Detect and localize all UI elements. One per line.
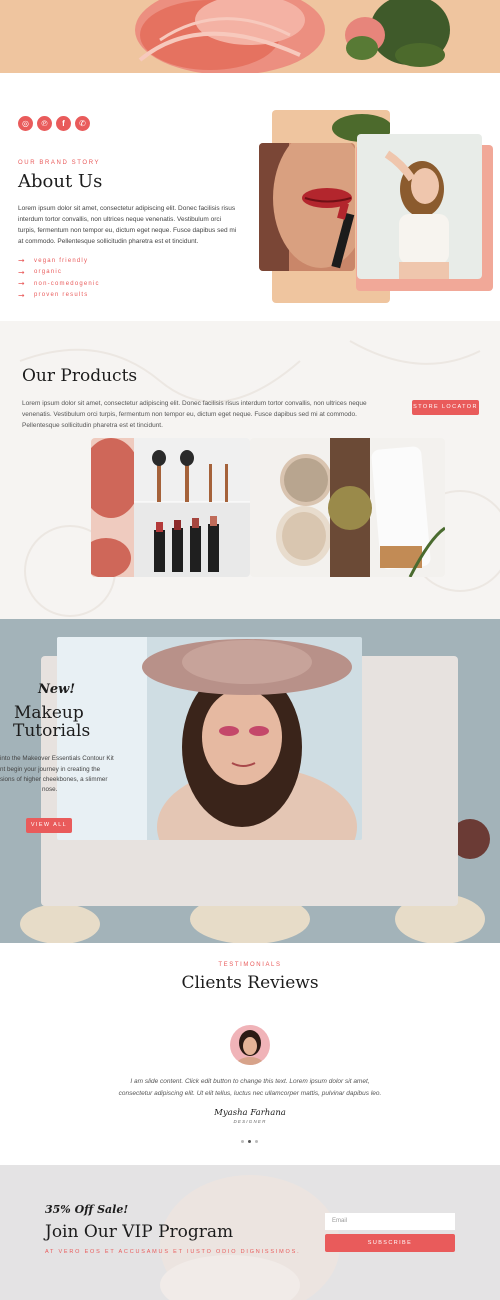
pinterest-icon[interactable]: ℗	[37, 116, 52, 131]
arrow-right-icon: ➞	[18, 290, 25, 300]
feature-item: ➞ vegan friendly	[18, 256, 89, 266]
slider-dot[interactable]	[255, 1140, 258, 1143]
product-collage-left	[91, 438, 250, 577]
instagram-icon[interactable]: ◎	[18, 116, 33, 131]
slider-dot[interactable]	[241, 1140, 244, 1143]
about-body: Lorem ipsum dolor sit amet, consectetur …	[18, 205, 237, 245]
whatsapp-icon[interactable]: ✆	[75, 116, 90, 131]
products-body: Lorem ipsum dolor sit amet, consectetur …	[22, 400, 367, 429]
slider-dot-active[interactable]	[248, 1140, 251, 1143]
arrow-right-icon: ➞	[18, 267, 25, 277]
view-all-button[interactable]: VIEW ALL	[26, 818, 72, 833]
reviews-section: TESTIMONIALS Clients Reviews I am slide …	[0, 943, 500, 1165]
avatar	[230, 1025, 270, 1065]
feature-item: ➞ proven results	[18, 290, 89, 300]
products-title: Our Products	[22, 366, 138, 386]
tutorial-body-line2: nt begin your journey in creating the	[0, 766, 101, 773]
reviews-title: Clients Reviews	[181, 973, 319, 993]
arrow-right-icon: ➞	[18, 256, 25, 266]
review-quote-line1: I am slide content. Click edit button to…	[130, 1078, 370, 1085]
tutorial-body-line3: sions of higher cheekbones, a slimmer	[0, 776, 108, 783]
facebook-icon[interactable]: f	[56, 116, 71, 131]
reviews-eyebrow: TESTIMONIALS	[218, 962, 282, 968]
arrow-right-icon: ➞	[18, 279, 25, 289]
social-links: ◎ ℗ f ✆	[18, 116, 90, 131]
vip-section: 35% Off Sale! Join Our VIP Program AT VE…	[0, 1165, 500, 1300]
hero-banner	[0, 0, 500, 73]
about-eyebrow: OUR BRAND STORY	[18, 160, 101, 166]
product-collage-right	[250, 438, 445, 577]
tutorials-section: New! Makeup Tutorials into the Makeover …	[0, 619, 500, 943]
store-locator-button[interactable]: STORE LOCATOR	[412, 400, 479, 415]
review-quote-line2: consectetur adipiscing elit. Ut elit tel…	[118, 1090, 382, 1097]
peony-image	[0, 0, 500, 73]
woman-photo	[357, 134, 482, 279]
about-title: About Us	[18, 171, 103, 192]
tutorial-photo	[57, 637, 362, 840]
reviewer-name: Myasha Farhana	[214, 1108, 286, 1118]
about-section: ◎ ℗ f ✆ OUR BRAND STORY About Us Lorem i…	[0, 73, 500, 321]
tutorial-body-line1: into the Makeover Essentials Contour Kit	[0, 755, 114, 762]
feature-list: ➞ vegan friendly ➞ organic ➞ non-comedogeni…	[18, 255, 100, 301]
vip-subtitle: AT VERO EOS ET ACCUSAMUS ET IUSTO ODIO D…	[45, 1249, 301, 1255]
tutorial-title-line2: Tutorials	[13, 721, 91, 741]
email-field[interactable]: Email	[325, 1213, 455, 1230]
subscribe-button[interactable]: SUBSCRIBE	[325, 1234, 455, 1252]
tutorial-body-line4: nose.	[42, 786, 58, 793]
feature-item: ➞ organic	[18, 267, 63, 277]
products-section: Our Products Lorem ipsum dolor sit amet,…	[0, 321, 500, 619]
vip-title: Join Our VIP Program	[45, 1222, 234, 1242]
reviewer-role: DESIGNER	[233, 1119, 267, 1124]
feature-item: ➞ non-comedogenic	[18, 279, 100, 289]
lips-photo	[259, 143, 355, 271]
slider-dots	[241, 1140, 258, 1143]
tutorial-script: New!	[38, 682, 76, 697]
vip-script: 35% Off Sale!	[45, 1203, 129, 1216]
